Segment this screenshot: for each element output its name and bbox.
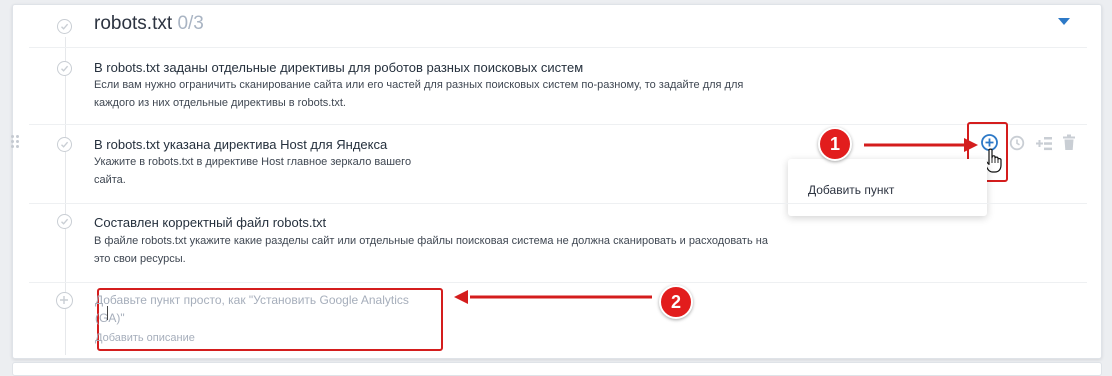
annotation-badge-2: 2	[659, 285, 693, 319]
annotation-badge-1: 1	[818, 127, 852, 161]
annotation-arrows	[454, 138, 978, 304]
